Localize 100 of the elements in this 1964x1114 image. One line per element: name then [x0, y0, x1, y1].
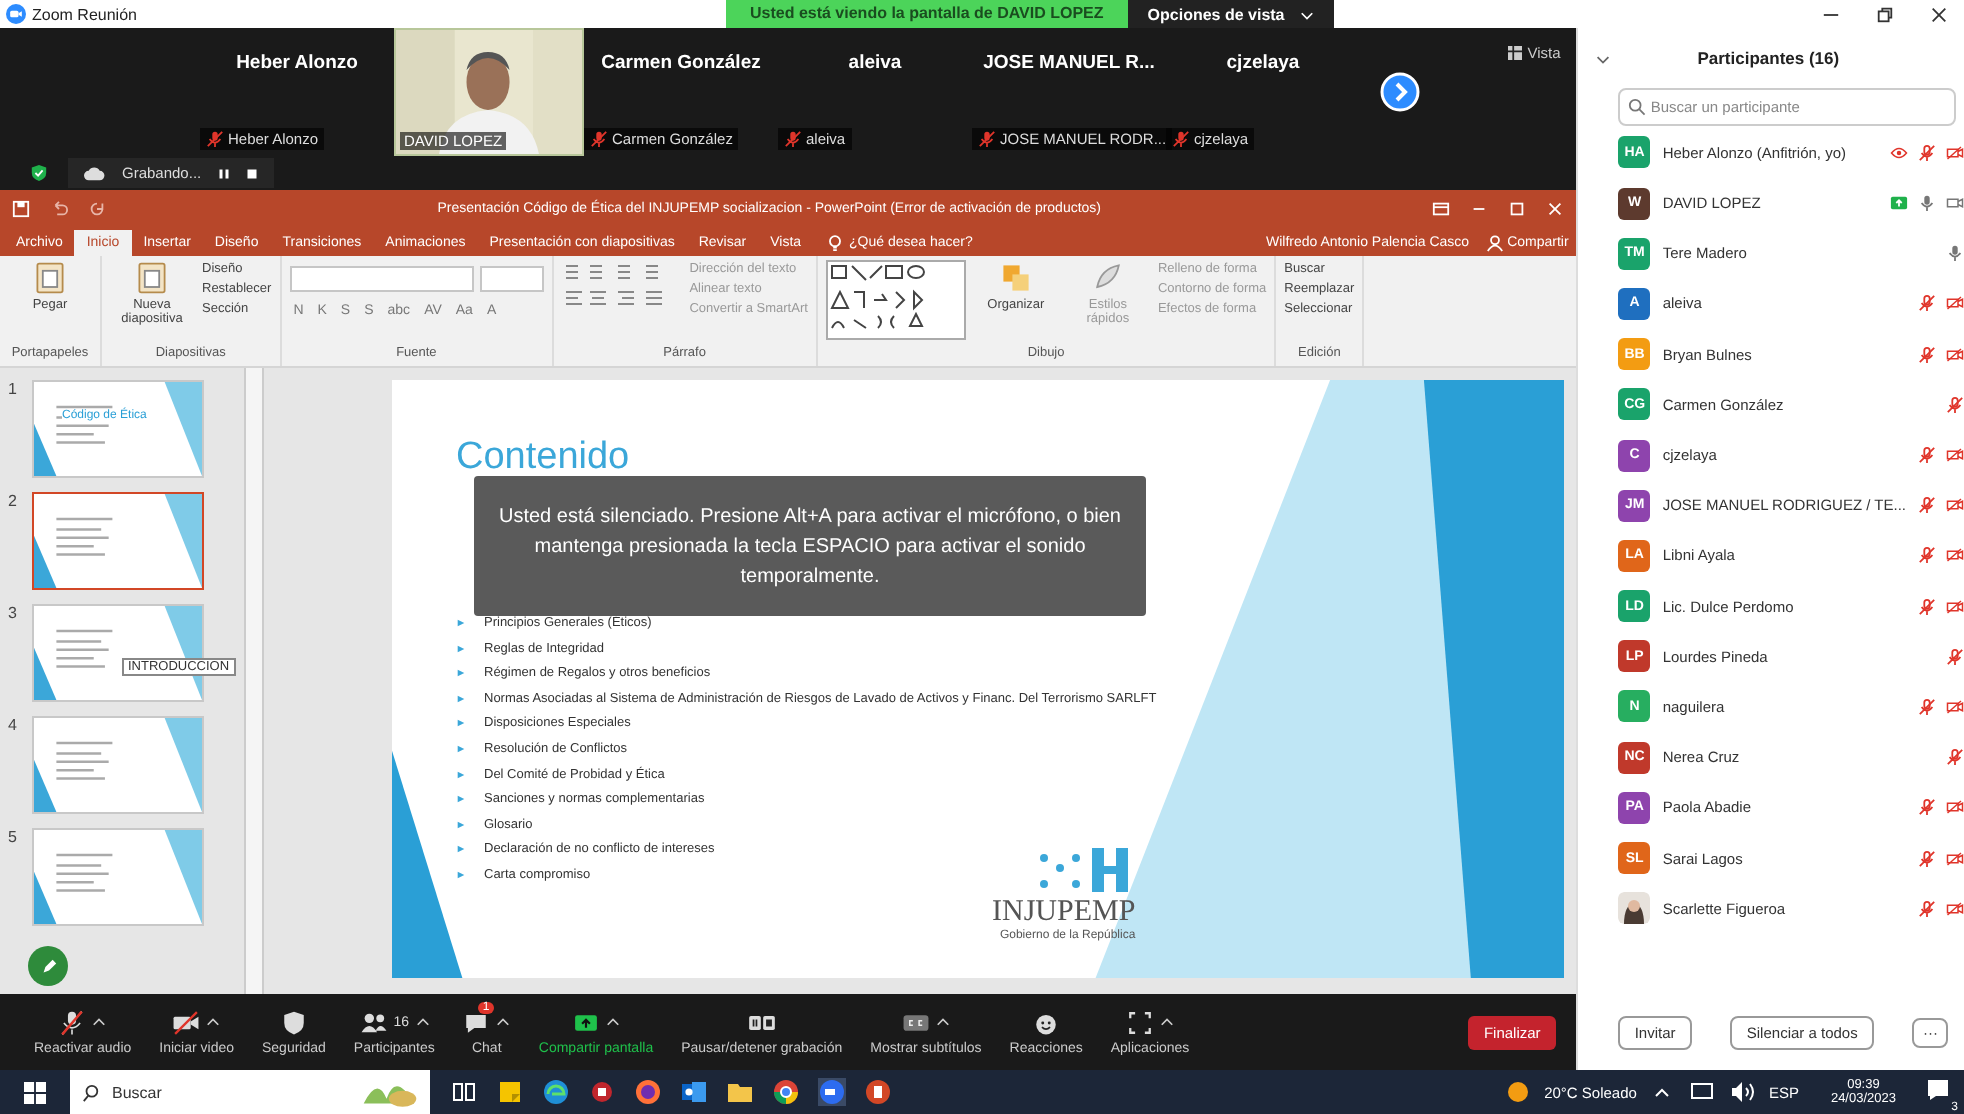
muted-mic-icon	[590, 130, 608, 148]
view-options-button[interactable]: Opciones de vista	[1127, 0, 1335, 28]
video-off-icon[interactable]	[1946, 849, 1964, 868]
captions-icon	[901, 1009, 930, 1035]
bullet-icon	[456, 718, 466, 729]
caret-up-icon[interactable]	[605, 1015, 620, 1029]
bullet-icon	[456, 869, 466, 880]
muted-mic-icon[interactable]	[1918, 546, 1936, 565]
bullet-icon	[456, 794, 466, 805]
stop-icon[interactable]	[245, 167, 258, 179]
speaker-icon[interactable]	[1728, 1078, 1757, 1106]
video-off-icon[interactable]	[1946, 496, 1964, 515]
browser-icon[interactable]	[772, 1078, 800, 1106]
pen-button[interactable]	[28, 946, 68, 986]
bullet-icon	[456, 643, 466, 654]
ribbon-display-icon[interactable]	[1432, 199, 1451, 217]
scrollbar[interactable]	[244, 368, 264, 994]
mic-icon[interactable]	[1918, 194, 1936, 213]
muted-mic-icon	[206, 130, 224, 148]
save-icon[interactable]	[12, 199, 30, 217]
next-page-icon[interactable]	[1380, 72, 1420, 112]
muted-mic-icon[interactable]	[1918, 294, 1936, 313]
task-view-icon[interactable]	[450, 1078, 478, 1106]
muted-mic-icon	[784, 130, 802, 148]
caret-up-icon[interactable]	[415, 1015, 430, 1029]
lightbulb-icon	[825, 234, 844, 252]
bullet-icon	[456, 769, 466, 780]
person-icon	[1485, 234, 1504, 252]
folder-icon[interactable]	[726, 1078, 754, 1106]
muted-mic-icon[interactable]	[1918, 446, 1936, 465]
browser-icon[interactable]	[542, 1078, 570, 1106]
grid-icon	[1507, 46, 1522, 60]
participant-name: cjzelaya	[1224, 52, 1302, 74]
slide-thumbnail[interactable]	[32, 716, 204, 814]
pause-icon[interactable]	[217, 167, 230, 179]
participant-name: Carmen González	[599, 52, 763, 74]
muted-mic-icon[interactable]	[1918, 597, 1936, 616]
muted-mic-icon[interactable]	[1946, 395, 1964, 414]
muted-mic-icon[interactable]	[1918, 143, 1936, 162]
undo-icon[interactable]	[50, 199, 68, 217]
redo-icon[interactable]	[88, 199, 106, 217]
maximize-icon[interactable]	[1508, 199, 1527, 217]
video-off-icon[interactable]	[1946, 697, 1964, 716]
ribbon-command-icon	[134, 260, 170, 296]
video-off-icon[interactable]	[1946, 546, 1964, 565]
caret-up-icon[interactable]	[496, 1015, 511, 1029]
presentation-app-icon[interactable]	[864, 1078, 892, 1106]
shield-check-icon	[30, 164, 48, 182]
notification-icon[interactable]	[1924, 1076, 1952, 1104]
app-icon[interactable]	[588, 1078, 616, 1106]
font-name-field[interactable]	[289, 266, 474, 292]
video-off-icon[interactable]	[1946, 345, 1964, 364]
mail-icon[interactable]	[680, 1078, 708, 1106]
chat-icon	[462, 1009, 491, 1035]
video-off-icon	[172, 1009, 201, 1035]
video-off-icon[interactable]	[1946, 899, 1964, 918]
muted-mic-icon[interactable]	[1918, 496, 1936, 515]
muted-mic-icon[interactable]	[1918, 345, 1936, 364]
video-call-icon[interactable]	[818, 1078, 846, 1106]
caret-up-icon[interactable]	[92, 1015, 107, 1029]
muted-mic-icon[interactable]	[1918, 798, 1936, 817]
participant-name: JOSE MANUEL R...	[981, 52, 1157, 74]
windows-start-icon[interactable]	[24, 1081, 46, 1103]
share-banner: Usted está viendo la pantalla de DAVID LOPEZ	[726, 0, 1128, 28]
shapes-gallery-drawing[interactable]	[825, 260, 966, 340]
muted-mic-icon	[1172, 130, 1190, 148]
close-icon[interactable]	[1930, 5, 1948, 23]
window-title: Zoom Reunión	[32, 5, 137, 23]
slide-thumbnail[interactable]	[32, 492, 204, 590]
bullet-icon	[456, 844, 466, 855]
sticky-note-icon[interactable]	[496, 1078, 524, 1106]
eye-icon	[1890, 143, 1908, 162]
video-off-icon[interactable]	[1946, 294, 1964, 313]
slide-number: 2	[8, 492, 19, 510]
restore-icon[interactable]	[1876, 5, 1894, 23]
camera-icon[interactable]	[1946, 194, 1964, 213]
participant-name: aleiva	[846, 52, 904, 74]
bullet-icon	[456, 618, 466, 628]
mic-icon[interactable]	[1946, 244, 1964, 263]
caret-up-icon[interactable]	[1160, 1015, 1175, 1029]
slide-thumbnail[interactable]	[32, 828, 204, 926]
font-size-field[interactable]	[479, 266, 544, 292]
screen-share-icon	[1890, 194, 1908, 213]
muted-mic-icon	[978, 130, 996, 148]
muted-mic-icon[interactable]	[1918, 849, 1936, 868]
caret-up-icon[interactable]	[935, 1015, 950, 1029]
muted-mic-icon[interactable]	[1946, 647, 1964, 666]
taskbar-search-field[interactable]: Buscar	[70, 1070, 430, 1114]
logo-text: INJUPEMP	[992, 896, 1136, 929]
video-off-icon[interactable]	[1946, 597, 1964, 616]
smiley-icon	[1032, 1009, 1061, 1035]
muted-notice: Usted está silenciado. Presione Alt+A para activar el micrófono, o bien mantenga presionada la tecla ESPACIO para activar el sonido temporalmente.	[474, 476, 1146, 616]
search-icon	[82, 1083, 100, 1101]
video-off-icon[interactable]	[1946, 798, 1964, 817]
muted-mic-icon[interactable]	[1946, 748, 1964, 767]
muted-mic-icon[interactable]	[1918, 899, 1936, 918]
video-off-icon[interactable]	[1946, 143, 1964, 162]
video-off-icon[interactable]	[1946, 446, 1964, 465]
caret-up-icon[interactable]	[206, 1015, 221, 1029]
muted-mic-icon[interactable]	[1918, 697, 1936, 716]
